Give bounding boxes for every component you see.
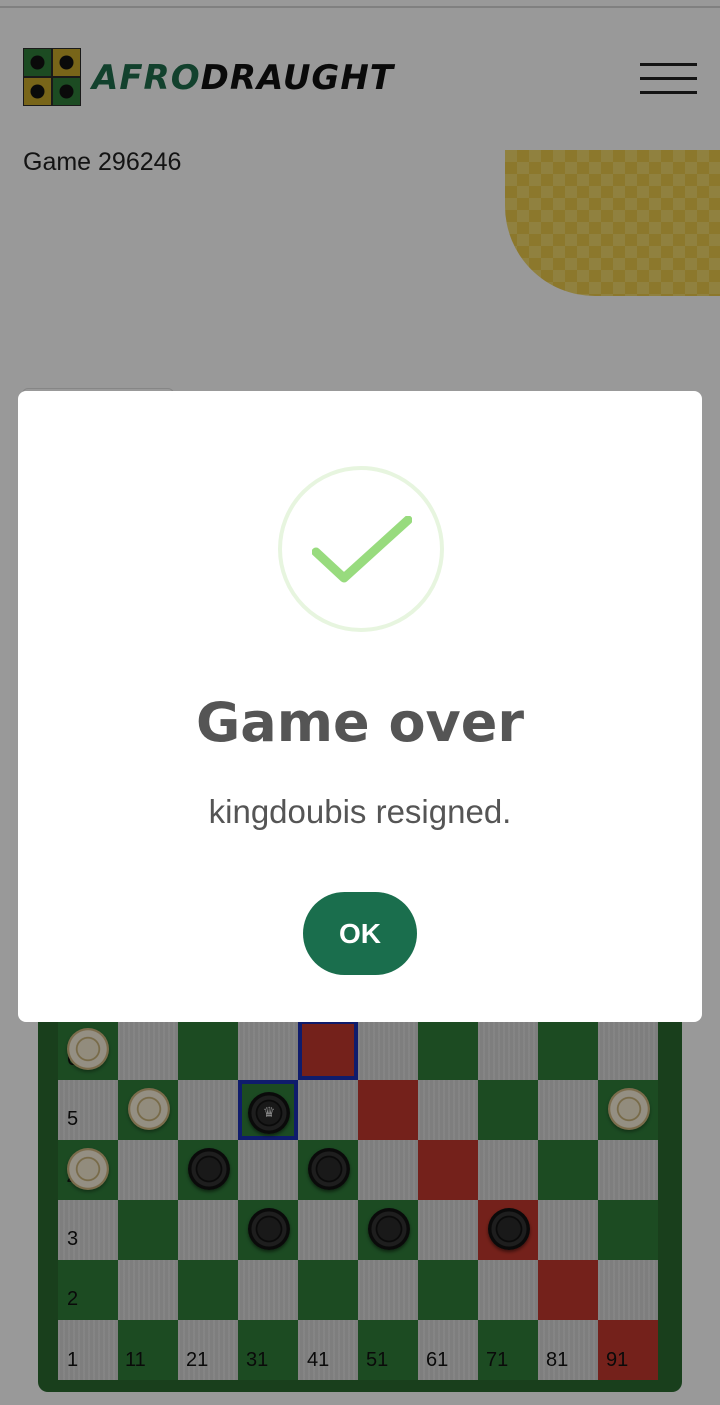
ok-button[interactable]: OK	[303, 892, 417, 975]
game-over-dialog: Game over kingdoubis resigned. OK	[18, 391, 702, 1022]
dialog-message: kingdoubis resigned.	[208, 793, 512, 830]
success-check-icon	[312, 516, 412, 583]
dialog-title: Game over	[195, 691, 524, 754]
